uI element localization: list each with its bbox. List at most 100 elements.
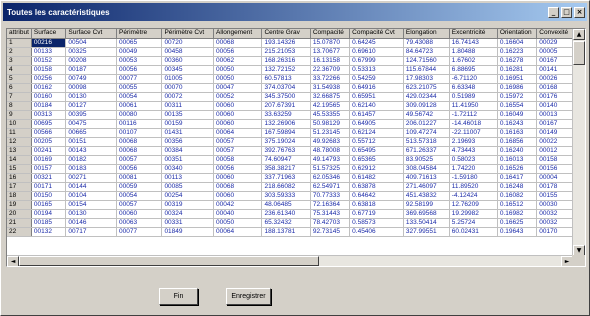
table-cell[interactable]: 00384	[161, 146, 215, 156]
table-cell[interactable]: 207.67391	[261, 101, 311, 111]
table-row[interactable]: 21 00185 00146 00063 00331 00050 65.32432 78.42…	[7, 218, 573, 228]
table-cell[interactable]: 00325	[65, 47, 117, 57]
table-cell[interactable]: 337.71963	[261, 173, 311, 183]
table-cell[interactable]: 51.23145	[310, 128, 351, 138]
table-cell[interactable]: 48.06485	[261, 200, 311, 210]
table-cell[interactable]: 33.72266	[310, 74, 351, 84]
table-cell[interactable]: 0.16163	[497, 128, 538, 138]
table-cell[interactable]: 00169	[31, 155, 67, 165]
table-cell[interactable]: 00311	[161, 101, 215, 111]
table-cell[interactable]: 00064	[213, 128, 263, 138]
table-cell[interactable]: 00060	[116, 209, 163, 219]
table-cell[interactable]: 01005	[161, 74, 215, 84]
table-row[interactable]: 20 00194 00130 00060 00324 00040 236.61340 75.3…	[7, 209, 573, 219]
table-cell[interactable]: 48.78008	[310, 146, 351, 156]
table-cell[interactable]: 429.02344	[403, 92, 450, 102]
table-cell[interactable]: 00029	[536, 38, 573, 48]
row-header[interactable]: 3	[7, 56, 32, 66]
row-header[interactable]: 2	[7, 47, 32, 57]
table-cell[interactable]: 74.60947	[261, 155, 311, 165]
table-cell[interactable]: 49.56742	[403, 110, 450, 120]
table-cell[interactable]: 303.59333	[261, 191, 311, 201]
table-cell[interactable]: 00157	[31, 164, 67, 174]
row-header[interactable]: 6	[7, 83, 32, 93]
table-cell[interactable]: 0.62124	[349, 128, 404, 138]
table-cell[interactable]: 62.05346	[310, 173, 351, 183]
table-cell[interactable]: 00060	[213, 110, 263, 120]
table-cell[interactable]: 00116	[116, 119, 163, 129]
table-cell[interactable]: 00144	[65, 182, 117, 192]
column-header[interactable]: attribut	[7, 29, 32, 39]
enregistrer-button[interactable]: Enregistrer	[226, 288, 271, 305]
table-cell[interactable]: 188.13781	[261, 227, 311, 237]
table-cell[interactable]: 00208	[65, 56, 117, 66]
table-cell[interactable]: 70.77333	[310, 191, 351, 201]
table-cell[interactable]: 00324	[161, 209, 215, 219]
table-cell[interactable]: 0.55712	[349, 137, 404, 147]
table-cell[interactable]: 00065	[116, 38, 163, 48]
table-cell[interactable]: 13.70677	[310, 47, 351, 57]
vertical-scroll-thumb[interactable]	[573, 41, 585, 65]
table-cell[interactable]: -14.46018	[449, 119, 498, 129]
table-cell[interactable]: 00057	[213, 146, 263, 156]
table-cell[interactable]: 00050	[213, 74, 263, 84]
table-cell[interactable]: 00170	[536, 227, 573, 237]
table-row[interactable]: 17 00171 00144 00059 00085 00068 218.66082 62.5…	[7, 182, 573, 192]
table-cell[interactable]: 00340	[161, 164, 215, 174]
table-cell[interactable]: 00158	[536, 155, 573, 165]
table-cell[interactable]: 00665	[65, 128, 117, 138]
table-cell[interactable]: 00319	[161, 200, 215, 210]
table-cell[interactable]: -1.59180	[449, 173, 498, 183]
table-cell[interactable]: -1.72112	[449, 110, 498, 120]
table-cell[interactable]: 00133	[31, 47, 67, 57]
table-cell[interactable]: 0.67719	[349, 209, 404, 219]
table-cell[interactable]: 00185	[31, 218, 67, 228]
table-cell[interactable]: 0.16243	[497, 119, 538, 129]
table-cell[interactable]: 308.04584	[403, 164, 450, 174]
table-cell[interactable]: 451.43832	[403, 191, 450, 201]
row-header[interactable]: 22	[7, 227, 32, 237]
table-row[interactable]: 5 00256 00749 00077 01005 00050 60.57813 33.722…	[7, 74, 573, 84]
table-cell[interactable]: 00026	[536, 74, 573, 84]
table-cell[interactable]: 671.26337	[403, 146, 450, 156]
row-header[interactable]: 20	[7, 209, 32, 219]
table-cell[interactable]: 00168	[536, 83, 573, 93]
table-cell[interactable]: 00321	[31, 173, 67, 183]
table-cell[interactable]: 00056	[213, 164, 263, 174]
table-cell[interactable]: 00054	[116, 92, 163, 102]
table-cell[interactable]: 00060	[213, 119, 263, 129]
table-cell[interactable]: 51.57325	[310, 164, 351, 174]
table-row[interactable]: 16 00321 00271 00081 00113 00060 337.71963 62.0…	[7, 173, 573, 183]
table-cell[interactable]: 0.65365	[349, 155, 404, 165]
table-row[interactable]: 4 00158 00187 00056 00345 00050 132.72152 22.36…	[7, 65, 573, 75]
table-cell[interactable]: 369.69568	[403, 209, 450, 219]
table-cell[interactable]: 00132	[31, 227, 67, 237]
table-cell[interactable]: 1.80488	[449, 47, 498, 57]
table-cell[interactable]: 0.16526	[497, 164, 538, 174]
table-cell[interactable]: 00271	[65, 173, 117, 183]
table-cell[interactable]: 01849	[161, 227, 215, 237]
table-cell[interactable]: 6.63348	[449, 83, 498, 93]
table-cell[interactable]: -4.12424	[449, 191, 498, 201]
table-cell[interactable]: 00331	[161, 218, 215, 228]
column-header[interactable]: Centre Grav	[261, 29, 311, 39]
table-cell[interactable]: 0.16082	[497, 191, 538, 201]
table-row[interactable]: 15 00157 00183 00056 00340 00056 358.38217 51.5…	[7, 164, 573, 174]
table-cell[interactable]: 0.54259	[349, 74, 404, 84]
table-cell[interactable]: 00056	[213, 47, 263, 57]
table-cell[interactable]: 00081	[116, 173, 163, 183]
table-row[interactable]: 8 00184 00127 00061 00311 00060 207.67391 42.19…	[7, 101, 573, 111]
table-cell[interactable]: 00720	[161, 38, 215, 48]
table-row[interactable]: 14 00169 00182 00057 00351 00058 74.60947 49.14…	[7, 155, 573, 165]
table-cell[interactable]: 00162	[31, 83, 67, 93]
vertical-scrollbar[interactable]: ▲ ▼	[572, 29, 585, 256]
column-header[interactable]: Orientation	[497, 29, 538, 39]
table-cell[interactable]: 00052	[213, 92, 263, 102]
table-cell[interactable]: 6.88695	[449, 65, 498, 75]
table-cell[interactable]: 65.32432	[261, 218, 311, 228]
table-cell[interactable]: 72.16364	[310, 200, 351, 210]
table-cell[interactable]: 42.19565	[310, 101, 351, 111]
maximize-button[interactable]: □	[561, 6, 572, 18]
table-cell[interactable]: 00085	[161, 182, 215, 192]
table-cell[interactable]: 00160	[31, 92, 67, 102]
